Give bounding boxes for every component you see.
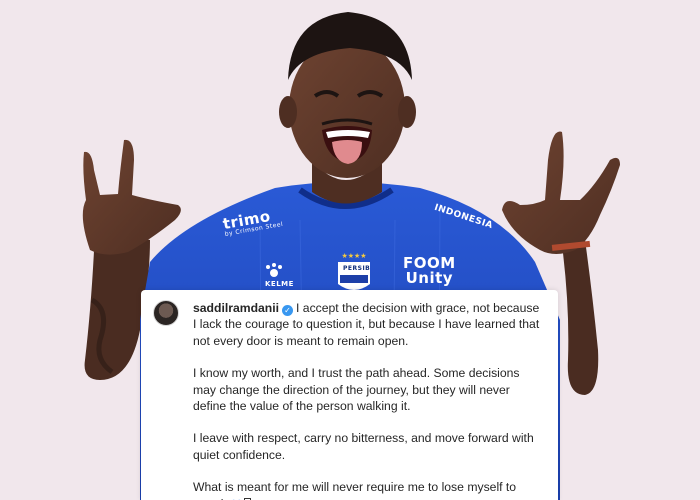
caption-paragraph: What is meant for me will never require … <box>193 479 542 500</box>
username-link[interactable]: saddilramdanii <box>193 301 279 315</box>
caption-text: saddilramdanii ✓ I accept the decision wit… <box>193 300 542 500</box>
instagram-caption-card: saddilramdanii ✓ I accept the decision wit… <box>141 290 558 500</box>
caption-row: saddilramdanii ✓ I accept the decision wit… <box>153 300 542 500</box>
caption-paragraph: I know my worth, and I trust the path ah… <box>193 366 520 414</box>
jersey-second-sponsor-logo: FOOM Unity <box>403 254 456 287</box>
verified-badge-icon: ✓ <box>282 305 294 316</box>
caption-paragraph: saddilramdanii ✓ I accept the decision wit… <box>193 301 540 348</box>
crest-label: PERSIB <box>343 265 371 272</box>
caption-paragraph: I leave with respect, carry no bitternes… <box>193 431 534 462</box>
svg-text:★★★★: ★★★★ <box>341 252 366 260</box>
jersey-brand-logo: KELME <box>265 280 294 288</box>
avatar[interactable] <box>153 300 179 326</box>
